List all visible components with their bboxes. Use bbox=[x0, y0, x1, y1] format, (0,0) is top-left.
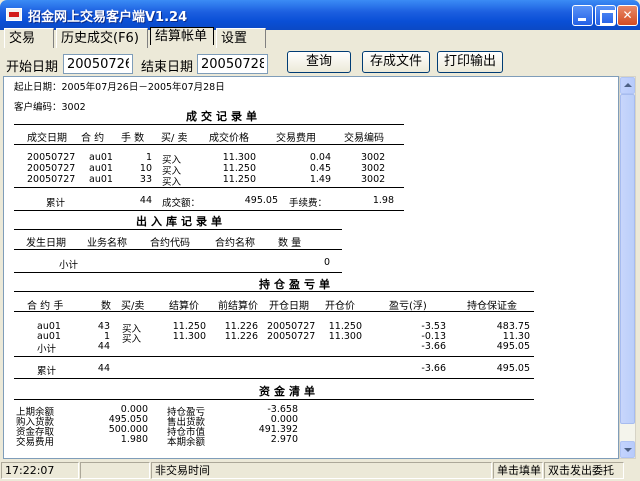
divider bbox=[14, 311, 534, 312]
divider bbox=[14, 399, 534, 400]
funds-title: 资金清单 bbox=[259, 385, 319, 398]
trades-fee: 1.98 bbox=[372, 195, 394, 206]
th-price: 成交价格 bbox=[209, 133, 249, 144]
th-fee: 交易费用 bbox=[276, 133, 316, 144]
th-side: 买/ 卖 bbox=[161, 133, 188, 144]
report-customer: 客户编码：3002 bbox=[14, 102, 86, 113]
divider bbox=[14, 272, 342, 273]
save-file-button[interactable]: 存成文件 bbox=[362, 51, 430, 73]
th-pos-side: 买/卖 bbox=[121, 301, 145, 312]
trades-amount: 495.05 bbox=[244, 195, 278, 206]
trades-total-qty: 44 bbox=[139, 195, 152, 206]
tab-trade[interactable]: 交易 bbox=[4, 28, 54, 48]
title-bar[interactable]: 招金网上交易客户端V1.24 ✕ bbox=[0, 0, 640, 30]
th-pos-qty: 数 bbox=[101, 301, 111, 312]
status-time: 17:22:07 bbox=[1, 462, 79, 479]
end-date-label: 结束日期 bbox=[141, 60, 194, 75]
app-icon[interactable] bbox=[6, 8, 22, 21]
start-date-input[interactable] bbox=[63, 54, 133, 74]
trades-fee-label: 手续费： bbox=[289, 198, 328, 209]
th-code: 交易编码 bbox=[344, 133, 384, 144]
start-date-label: 开始日期 bbox=[6, 60, 59, 75]
trades-amount-label: 成交额： bbox=[162, 198, 201, 209]
print-button[interactable]: 打印输出 bbox=[437, 51, 503, 73]
divider bbox=[14, 144, 404, 145]
minimize-button[interactable] bbox=[572, 5, 593, 26]
th-prev-settle: 前结算价 bbox=[218, 301, 258, 312]
status-blank bbox=[80, 462, 150, 479]
th-open-price: 开仓价 bbox=[325, 301, 355, 312]
query-button[interactable]: 查询 bbox=[287, 51, 351, 73]
divider bbox=[14, 378, 534, 379]
status-trade-state: 非交易时间 bbox=[151, 462, 492, 479]
status-double-click: 双击发出委托 bbox=[544, 462, 624, 479]
scroll-down-button[interactable] bbox=[620, 441, 635, 458]
trades-title: 成交记录单 bbox=[186, 110, 261, 123]
settlement-report[interactable]: 起止日期：2005年07月26日－2005年07月28日 客户编码：3002 成… bbox=[3, 76, 619, 459]
divider bbox=[14, 249, 342, 250]
tab-history[interactable]: 历史成交(F6) bbox=[56, 28, 148, 48]
th-quantity: 数 量 bbox=[278, 238, 302, 249]
th-pos-contract: 合 约 手 bbox=[27, 301, 64, 312]
th-business: 业务名称 bbox=[87, 238, 127, 249]
stock-subtotal-value: 0 bbox=[323, 257, 330, 268]
end-date-input[interactable] bbox=[197, 54, 268, 74]
th-contract: 合 约 bbox=[81, 133, 105, 144]
report-date-range: 起止日期：2005年07月26日－2005年07月28日 bbox=[14, 82, 225, 93]
divider bbox=[14, 291, 534, 292]
report-scrollbar[interactable] bbox=[619, 76, 636, 459]
divider bbox=[14, 210, 404, 211]
th-contract-code: 合约代码 bbox=[150, 238, 190, 249]
th-settle-price: 结算价 bbox=[169, 301, 199, 312]
positions-title: 持仓盈亏单 bbox=[259, 278, 334, 291]
trades-total-label: 累计 bbox=[46, 198, 66, 209]
window-title: 招金网上交易客户端V1.24 bbox=[28, 10, 188, 25]
divider bbox=[14, 187, 404, 188]
stock-subtotal-label: 小计 bbox=[59, 260, 79, 271]
status-single-click: 单击填单 bbox=[493, 462, 543, 479]
stock-title: 出入库记录单 bbox=[136, 215, 226, 228]
tab-settings[interactable]: 设置 bbox=[216, 28, 266, 48]
divider bbox=[14, 124, 404, 125]
maximize-button[interactable] bbox=[595, 5, 616, 26]
status-bar: 17:22:07 非交易时间 单击填单 双击发出委托 bbox=[0, 461, 640, 481]
divider bbox=[14, 356, 534, 357]
scroll-up-button[interactable] bbox=[620, 77, 635, 94]
close-button[interactable]: ✕ bbox=[617, 5, 638, 26]
th-trade-date: 成交日期 bbox=[27, 133, 67, 144]
th-occur-date: 发生日期 bbox=[26, 238, 66, 249]
th-margin: 持仓保证金 bbox=[467, 301, 517, 312]
th-contract-name: 合约名称 bbox=[215, 238, 255, 249]
th-open-date: 开仓日期 bbox=[269, 301, 309, 312]
scroll-thumb[interactable] bbox=[620, 94, 635, 424]
th-qty: 手 数 bbox=[121, 133, 145, 144]
divider bbox=[14, 229, 342, 230]
th-pnl: 盈亏(浮) bbox=[389, 301, 427, 312]
tab-settlement[interactable]: 结算帐单 bbox=[150, 27, 214, 45]
